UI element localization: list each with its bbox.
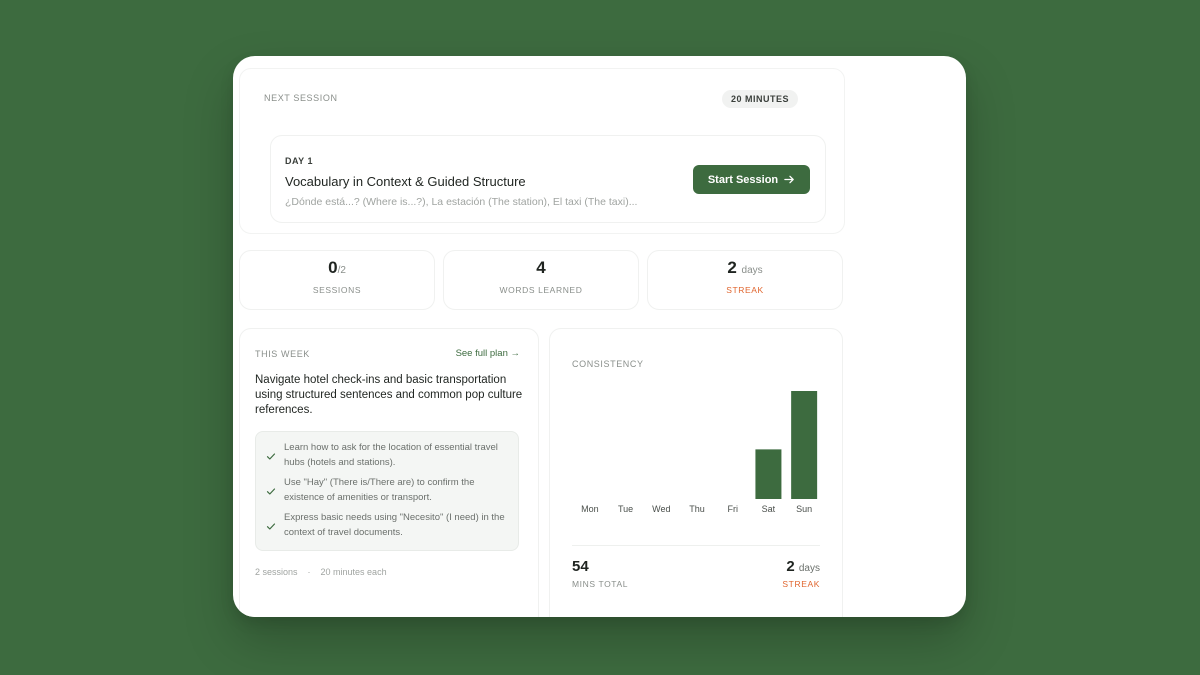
stat-words-caption: WORDS LEARNED [499,285,583,295]
dashboard-card: NEXT SESSION 20 MINUTES DAY 1 Vocabulary… [233,56,966,617]
check-icon [266,523,276,530]
duration-badge: 20 MINUTES [721,90,798,108]
sessions-count-text: 2 sessions [255,567,298,577]
arrow-right-icon [784,175,794,184]
consistency-streak-value: 2 days [786,558,820,575]
session-subtitle: ¿Dónde está...? (Where is...?), La estac… [285,196,638,208]
tick-label-sun: Sun [796,504,812,514]
stat-sessions: 0/2 SESSIONS [239,250,435,310]
goal-item: Learn how to ask for the location of ess… [266,440,508,470]
stat-streak-value: 2 days [648,258,842,278]
start-session-button[interactable]: Start Session [693,165,810,194]
divider [572,545,820,546]
goal-item: Use "Hay" (There is/There are) to confir… [266,475,508,505]
stat-sessions-value: 0/2 [240,258,434,278]
words-count: 4 [536,258,546,277]
consistency-panel: CONSISTENCY Mon Tue Wed Thu Fri Sat Sun 54 MIN… [549,328,843,617]
tick-label-sat: Sat [762,504,776,514]
consistency-streak-unit: days [798,563,820,574]
consistency-label: CONSISTENCY [572,359,644,369]
check-icon [266,453,276,460]
mins-total-caption: MINS TOTAL [572,579,629,589]
session-card: DAY 1 Vocabulary in Context & Guided Str… [270,135,826,223]
week-goal-title: Navigate hotel check-ins and basic trans… [255,374,523,416]
stat-streak: 2 days STREAK [647,250,843,310]
this-week-label: THIS WEEK [255,349,310,359]
session-title: Vocabulary in Context & Guided Structure [285,174,526,189]
start-session-label: Start Session [707,173,779,186]
goal-item: Express basic needs using "Necesito" (I … [266,510,508,540]
stat-words-value: 4 [444,258,638,278]
goal-text: Use "Hay" (There is/There are) to confir… [284,477,475,503]
streak-unit: days [741,265,763,276]
consistency-chart: Mon Tue Wed Thu Fri Sat Sun [581,391,818,514]
stat-streak-caption: STREAK [726,285,764,295]
session-duration-text: 20 minutes each [320,567,387,577]
bar-sun [791,391,818,499]
mins-total-value: 54 [572,558,589,575]
goal-text: Express basic needs using "Necesito" (I … [284,512,505,538]
day-label: DAY 1 [285,156,314,166]
consistency-streak-count: 2 [786,558,795,575]
bar-sat [755,449,782,499]
tick-label-tue: Tue [618,504,633,514]
next-session-label: NEXT SESSION [264,93,338,103]
check-icon [266,488,276,495]
see-full-plan-link[interactable]: See full plan → [456,348,520,359]
consistency-streak-caption: STREAK [782,579,820,589]
tick-label-wed: Wed [652,504,670,514]
week-footer: 2 sessions · 20 minutes each [255,567,387,577]
streak-count: 2 [727,258,737,277]
tick-label-fri: Fri [727,504,738,514]
sessions-count: 0 [328,258,338,277]
stat-sessions-caption: SESSIONS [312,285,362,295]
this-week-panel: THIS WEEK See full plan → Navigate hotel… [239,328,539,617]
tick-label-mon: Mon [581,504,599,514]
goal-text: Learn how to ask for the location of ess… [284,442,498,468]
next-session-panel: NEXT SESSION 20 MINUTES DAY 1 Vocabulary… [239,68,845,234]
footer-separator: · [307,567,311,577]
stat-words: 4 WORDS LEARNED [443,250,639,310]
sessions-total: /2 [337,265,346,276]
goals-list: Learn how to ask for the location of ess… [255,431,519,551]
tick-label-thu: Thu [689,504,705,514]
